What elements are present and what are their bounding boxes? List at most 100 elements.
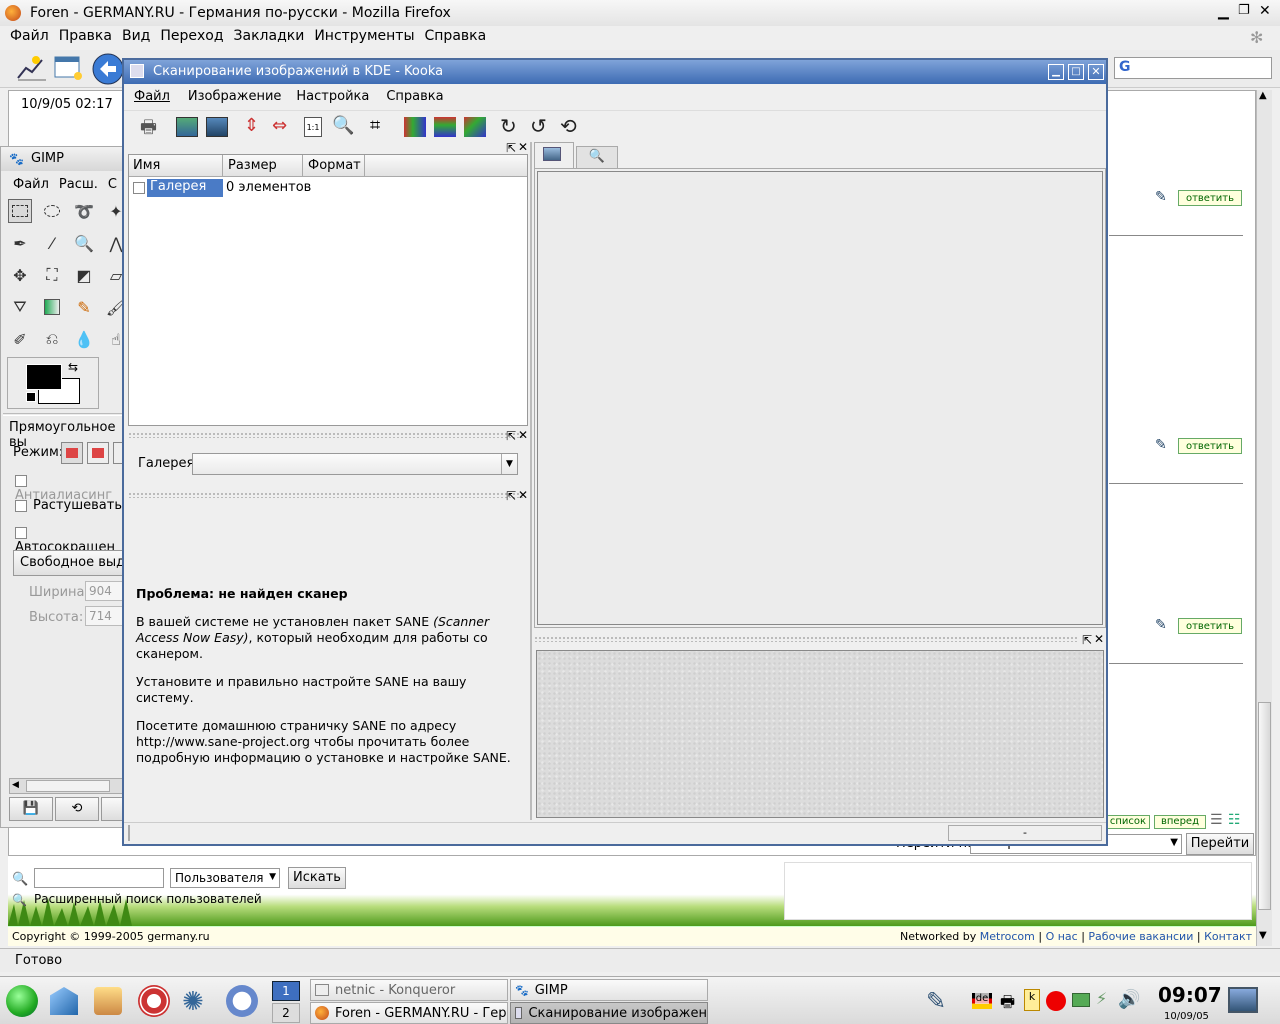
desktop-show-icon[interactable]: [1228, 987, 1258, 1013]
desktop-1[interactable]: 1: [272, 981, 300, 1001]
scroll-up-icon[interactable]: ▲: [1259, 90, 1267, 101]
kmenu-icon[interactable]: [6, 985, 38, 1017]
scan-preview-icon[interactable]: [206, 117, 228, 137]
reply-button[interactable]: ответить: [1178, 438, 1242, 454]
menu-file[interactable]: Файл: [10, 28, 49, 44]
mode-add-button[interactable]: [87, 442, 109, 464]
goto-button[interactable]: Перейти: [1186, 833, 1254, 855]
footer-link-contact[interactable]: Контакт: [1204, 930, 1252, 943]
scrollbar-thumb[interactable]: [1258, 702, 1271, 910]
rotate-counterclockwise-icon[interactable]: ↺: [530, 114, 547, 138]
kooka-menu-settings[interactable]: Настройка: [296, 89, 369, 104]
restore-options-button[interactable]: ⟲: [55, 797, 99, 821]
plug-icon[interactable]: ⚡: [1096, 989, 1107, 1008]
close-icon[interactable]: ✕: [1088, 64, 1104, 80]
task-gimp[interactable]: 🐾 GIMP: [510, 979, 708, 1001]
transform-icon[interactable]: ◩: [72, 263, 96, 287]
volume-icon[interactable]: 🔊: [1118, 989, 1140, 1010]
menu-bookmarks[interactable]: Закладки: [234, 28, 305, 44]
edit-icon[interactable]: ✎: [1155, 189, 1167, 205]
paths-icon[interactable]: ✒: [8, 231, 32, 255]
ellipse-select-icon[interactable]: [40, 199, 64, 223]
user-search-button[interactable]: Искать: [288, 867, 346, 889]
swap-colors-icon[interactable]: ⇆: [68, 360, 78, 374]
task-konqueror[interactable]: netnic - Konqueror: [310, 979, 508, 1001]
clock-app-icon[interactable]: [226, 985, 258, 1017]
column-header-name[interactable]: Имя: [133, 158, 160, 173]
scroll-down-icon[interactable]: ▼: [1259, 930, 1267, 941]
table-row[interactable]: Галерея 0 элементов: [129, 179, 527, 197]
mode-replace-button[interactable]: [61, 442, 83, 464]
crop-icon[interactable]: ⌗: [370, 115, 380, 136]
mirror-vertical-icon[interactable]: [404, 117, 426, 137]
width-icon[interactable]: ⇔: [272, 115, 287, 136]
konqueror-icon[interactable]: [94, 987, 122, 1015]
advanced-search-link[interactable]: Расширенный поиск пользователей: [34, 892, 262, 906]
airbrush-icon[interactable]: ✐: [8, 327, 32, 351]
record-icon[interactable]: [1046, 991, 1066, 1011]
close-pane-icon[interactable]: ✕: [518, 429, 528, 441]
minimize-icon[interactable]: ▁: [1218, 4, 1229, 20]
minimize-icon[interactable]: ▁: [1048, 64, 1064, 80]
printer-icon[interactable]: 🖶: [1000, 991, 1015, 1018]
gimp-menu-xtns[interactable]: Расш.: [59, 177, 98, 192]
network-icon[interactable]: ✺: [182, 987, 204, 1017]
hscroll-thumb[interactable]: [26, 780, 110, 792]
move-icon[interactable]: ✥: [8, 263, 32, 287]
footer-link-about[interactable]: О нас: [1046, 930, 1078, 943]
nav-list-button[interactable]: список: [1106, 815, 1150, 829]
page-scrollbar[interactable]: ▲ ▼: [1256, 90, 1272, 946]
undock-icon[interactable]: ⇱: [1082, 634, 1092, 646]
splitter[interactable]: [530, 142, 532, 820]
close-pane-icon[interactable]: ✕: [518, 141, 528, 153]
undock-icon[interactable]: ⇱: [506, 430, 516, 442]
kwallet-icon[interactable]: k: [1024, 989, 1040, 1011]
default-colors-icon[interactable]: [26, 392, 36, 402]
network-monitor-icon[interactable]: [1072, 993, 1090, 1007]
mirror-horizontal-icon[interactable]: [434, 117, 456, 137]
kooka-menu-help[interactable]: Справка: [386, 89, 443, 104]
help-icon[interactable]: [138, 985, 170, 1017]
undock-icon[interactable]: ⇱: [506, 142, 516, 154]
crop-icon[interactable]: ⛶: [40, 263, 64, 287]
scan-image-icon[interactable]: [176, 117, 198, 137]
task-kooka[interactable]: Сканирование изображен: [510, 1002, 708, 1024]
web-search-box[interactable]: G: [1114, 57, 1272, 79]
rotate-180-icon[interactable]: ⟲: [560, 114, 577, 138]
nav-forward-button[interactable]: вперед: [1154, 815, 1206, 829]
tab-preview[interactable]: 🔍: [576, 146, 618, 168]
klipper-icon[interactable]: ✎: [926, 987, 946, 1015]
blur-icon[interactable]: 💧: [72, 327, 96, 351]
print-icon[interactable]: 🖶: [140, 115, 157, 145]
color-picker-icon[interactable]: ⁄: [40, 231, 64, 255]
close-pane-icon[interactable]: ✕: [1094, 633, 1104, 645]
pencil-icon[interactable]: ✎: [72, 295, 96, 319]
task-firefox[interactable]: Foren - GERMANY.RU - Гер: [310, 1002, 508, 1024]
rect-select-icon[interactable]: [8, 199, 32, 223]
menu-view[interactable]: Вид: [122, 28, 150, 44]
close-pane-icon[interactable]: ✕: [518, 489, 528, 501]
clock-date[interactable]: 10/09/05: [1164, 1011, 1209, 1022]
gimp-hscrollbar[interactable]: ◀: [9, 778, 125, 794]
menu-tools[interactable]: Инструменты: [314, 28, 414, 44]
gallery-combo[interactable]: ▼: [192, 453, 518, 475]
rotate-clockwise-icon[interactable]: ↻: [500, 114, 517, 138]
user-search-input[interactable]: [34, 868, 164, 888]
scroll-left-icon[interactable]: ◀: [12, 780, 19, 790]
lasso-icon[interactable]: ➰: [72, 199, 96, 223]
reply-button[interactable]: ответить: [1178, 190, 1242, 206]
menu-go[interactable]: Переход: [160, 28, 223, 44]
google-icon[interactable]: G: [1119, 59, 1131, 75]
user-search-select[interactable]: Пользователя ▼: [170, 868, 280, 888]
edit-icon[interactable]: ✎: [1155, 617, 1167, 633]
mirror-both-icon[interactable]: [464, 117, 486, 137]
back-icon[interactable]: [92, 53, 124, 85]
clock-time[interactable]: 09:07: [1158, 983, 1222, 1007]
reply-button[interactable]: ответить: [1178, 618, 1242, 634]
tab-gallery[interactable]: [534, 142, 574, 168]
home-icon[interactable]: [50, 987, 78, 1015]
kooka-menu-file[interactable]: Файл: [134, 89, 170, 104]
close-icon[interactable]: ✕: [1259, 3, 1271, 19]
undock-icon[interactable]: ⇱: [506, 490, 516, 502]
menu-help[interactable]: Справка: [425, 28, 487, 44]
